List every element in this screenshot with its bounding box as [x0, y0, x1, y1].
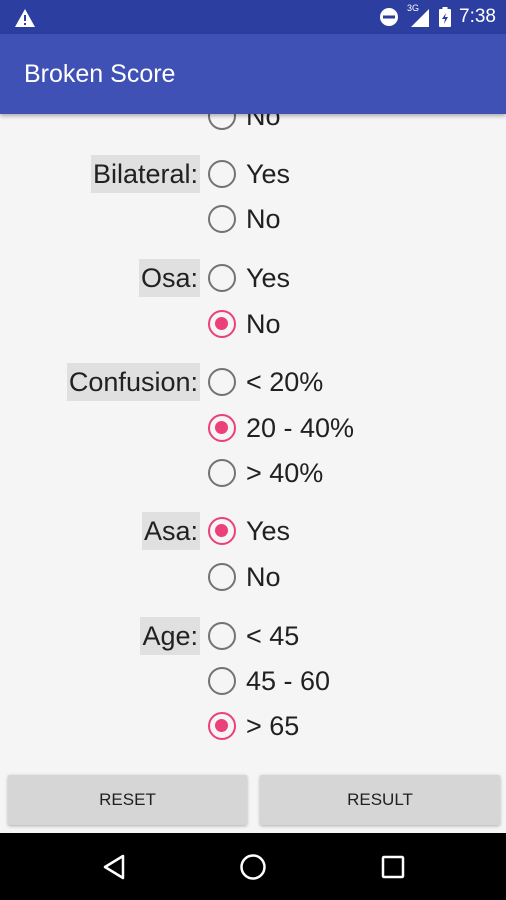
warning-icon [15, 9, 35, 27]
radio-button-checked[interactable] [208, 414, 236, 442]
radio-option-confusion-lt20[interactable]: < 20% [208, 362, 323, 402]
recents-icon[interactable] [373, 847, 413, 887]
app-title: Broken Score [24, 60, 176, 88]
radio-option-bilateral-yes[interactable]: Yes [208, 154, 290, 194]
option-label: 20 - 40% [246, 412, 355, 443]
navigation-bar [0, 833, 506, 900]
status-bar: 3G 7:38 [0, 0, 506, 34]
question-label-age: Age: [140, 617, 200, 655]
radio-button-checked[interactable] [208, 517, 236, 545]
score-form[interactable]: No Bilateral: Yes No Osa: Yes No Confusi… [0, 114, 506, 770]
reset-button[interactable]: RESET [8, 775, 247, 825]
app-bar: Broken Score [0, 34, 506, 114]
radio-option-confusion-gt40[interactable]: > 40% [208, 453, 323, 493]
radio-option-age-lt45[interactable]: < 45 [208, 616, 299, 656]
clock: 7:38 [459, 6, 496, 27]
question-label-asa: Asa: [141, 512, 200, 550]
battery-icon [439, 7, 452, 27]
option-label: > 40% [246, 457, 324, 488]
radio-button[interactable] [208, 114, 236, 130]
radio-button[interactable] [208, 160, 236, 188]
option-label: No [246, 203, 281, 234]
radio-button-checked[interactable] [208, 310, 236, 338]
option-label: Yes [246, 262, 291, 293]
radio-option-bilateral-no[interactable]: No [208, 199, 281, 239]
option-label: 45 - 60 [246, 665, 331, 696]
radio-option-age-45-60[interactable]: 45 - 60 [208, 661, 330, 701]
option-label: Yes [246, 158, 291, 189]
radio-button[interactable] [208, 667, 236, 695]
radio-button[interactable] [208, 205, 236, 233]
question-label-bilateral: Bilateral: [90, 155, 200, 193]
radio-button[interactable] [208, 563, 236, 591]
radio-option-confusion-20-40[interactable]: 20 - 40% [208, 408, 354, 448]
option-label: No [246, 308, 281, 339]
radio-button[interactable] [208, 368, 236, 396]
radio-button-checked[interactable] [208, 712, 236, 740]
question-label-confusion: Confusion: [66, 363, 200, 401]
signal-icon: 3G [407, 3, 431, 28]
radio-button[interactable] [208, 622, 236, 650]
radio-option-previous-no[interactable]: No [208, 114, 281, 136]
option-label: < 20% [246, 366, 324, 397]
option-label: < 45 [246, 620, 300, 651]
radio-option-osa-no[interactable]: No [208, 304, 281, 344]
home-icon[interactable] [233, 847, 273, 887]
radio-option-asa-no[interactable]: No [208, 557, 281, 597]
result-button[interactable]: RESULT [260, 775, 500, 825]
option-label: No [246, 114, 281, 131]
radio-option-osa-yes[interactable]: Yes [208, 258, 290, 298]
radio-button[interactable] [208, 459, 236, 487]
option-label: > 65 [246, 710, 300, 741]
option-label: No [246, 561, 281, 592]
radio-button[interactable] [208, 264, 236, 292]
option-label: Yes [246, 515, 291, 546]
question-label-osa: Osa: [138, 259, 200, 297]
back-icon[interactable] [94, 847, 134, 887]
radio-option-asa-yes[interactable]: Yes [208, 511, 290, 551]
status-icons: 3G 7:38 [379, 0, 496, 34]
do-not-disturb-icon [380, 8, 399, 26]
radio-option-age-gt65[interactable]: > 65 [208, 706, 299, 746]
